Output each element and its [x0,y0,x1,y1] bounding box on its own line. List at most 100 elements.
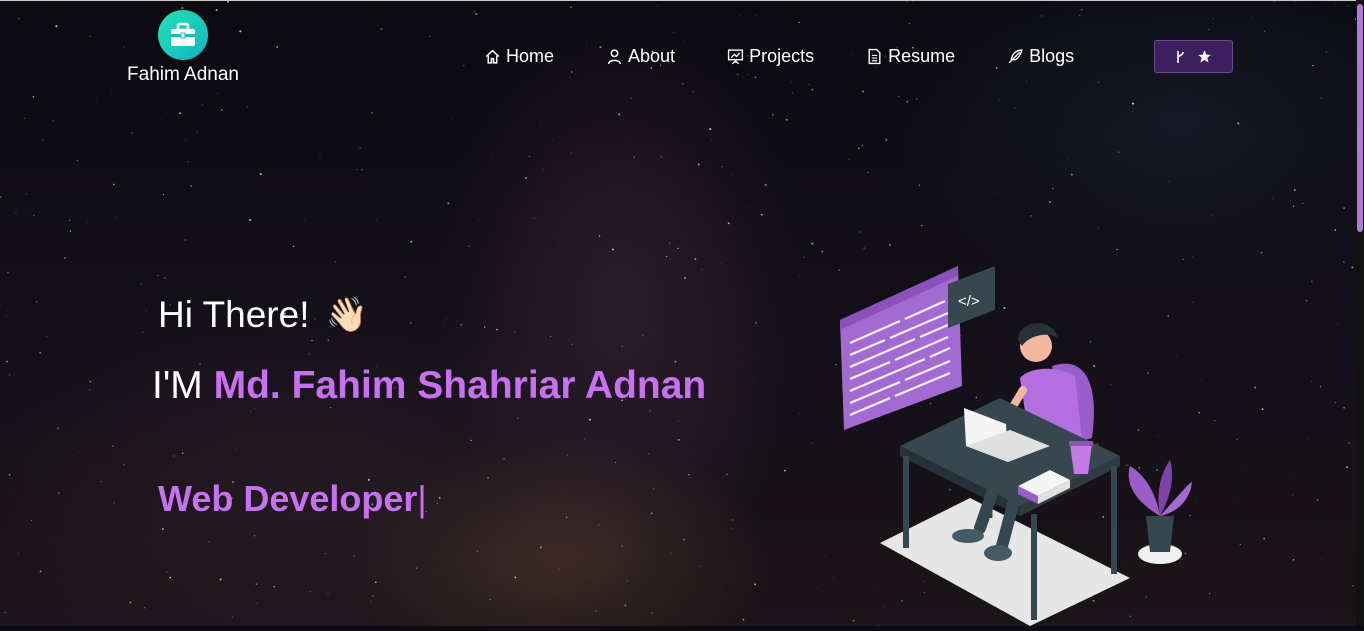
star [293,246,295,248]
intro-name: Md. Fahim Shahriar Adnan [214,364,707,407]
feather-icon [1007,48,1024,65]
star [227,1,229,3]
star [642,334,644,336]
star [567,455,568,456]
star [484,326,485,327]
star [1294,189,1296,191]
star [104,68,105,69]
star [421,295,422,296]
scrollbar[interactable] [1356,0,1364,626]
star [761,214,763,216]
nav-home-label: Home [506,46,554,67]
star [584,438,586,440]
nav-about[interactable]: About [606,46,675,67]
star [96,101,97,102]
nav-resume[interactable]: Resume [866,46,955,67]
star [113,184,115,186]
star [452,119,453,120]
star [335,261,336,262]
star [1240,544,1241,545]
star [1320,386,1321,387]
star [669,351,670,352]
star [311,340,312,341]
star [732,519,734,521]
star [1052,188,1053,189]
scrollbar-thumb[interactable] [1357,4,1363,232]
star [226,271,227,272]
star [1320,559,1321,560]
user-icon [606,48,623,65]
star [571,344,573,346]
star [728,222,730,224]
star [534,218,535,219]
star [1236,501,1237,502]
nav-home[interactable]: Home [484,46,554,67]
star [571,152,572,153]
hero-intro: I'M Md. Fahim Shahriar Adnan [152,364,706,408]
star [832,240,833,241]
star [1211,215,1212,216]
star [732,174,733,175]
star [256,603,257,604]
github-fork-button[interactable] [1154,40,1233,73]
star [404,276,405,277]
star [1132,111,1133,112]
star [1274,1,1275,2]
star [765,184,767,186]
star [622,545,623,546]
star [97,138,98,139]
nav-blogs[interactable]: Blogs [1007,46,1074,67]
star [688,474,689,475]
star [709,128,711,130]
star [46,336,48,338]
star [673,32,674,33]
star [772,114,774,116]
star [112,445,114,447]
star [4,612,6,614]
star [1264,31,1266,33]
star [1081,9,1083,11]
star [1302,203,1303,204]
star [114,502,115,503]
star [490,599,491,600]
star [682,83,684,85]
star [1334,229,1336,231]
star [1079,15,1080,16]
star [753,382,754,383]
nav-projects[interactable]: Projects [727,46,814,67]
star [111,90,112,91]
star [274,586,275,587]
star [867,172,868,173]
star [746,206,747,207]
star [319,154,320,155]
star [447,202,449,204]
star [1346,466,1348,468]
star [1201,81,1202,82]
star [491,238,492,239]
star [479,219,480,220]
star [570,6,571,7]
star [1312,65,1313,66]
star [167,572,168,573]
star [1260,252,1262,254]
star [711,140,712,141]
star [618,113,620,115]
star [89,389,90,390]
git-fork-icon [1175,50,1185,64]
star [87,222,88,223]
star [1214,420,1215,421]
svg-text:</>: </> [958,293,980,310]
role-text: Web Developer [158,478,417,519]
star [1296,473,1297,474]
star [1308,529,1309,530]
star [653,335,654,336]
brand[interactable]: Fahim Adnan [114,10,252,86]
star [858,148,860,150]
star [651,512,652,513]
star [328,593,329,594]
star [142,331,144,333]
star [190,102,191,103]
star [670,553,671,554]
star [439,497,441,499]
star [57,427,59,429]
